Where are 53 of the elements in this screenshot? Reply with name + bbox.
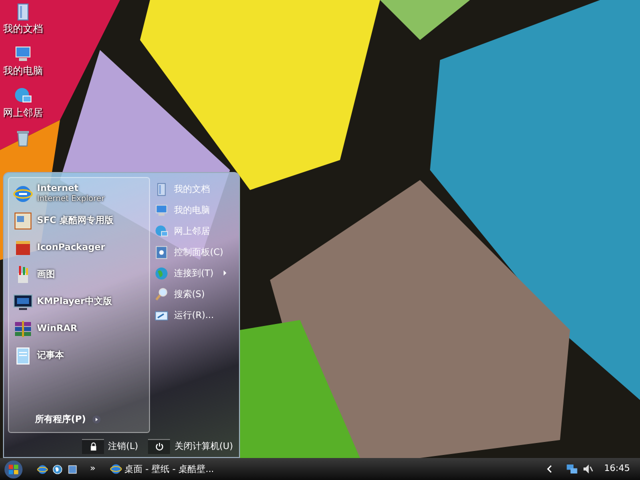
desktop-icon-label[interactable]: 我的文档 (3, 22, 43, 36)
lock-icon (88, 442, 98, 451)
control-panel-icon (154, 244, 169, 260)
menu-item[interactable]: 我的文档 (154, 179, 235, 199)
program-item[interactable]: 画图 (9, 262, 149, 287)
program-name: WinRAR (37, 324, 78, 334)
log-off-label[interactable]: 注销(L) (108, 440, 138, 452)
browser-icon (13, 184, 33, 204)
program-item[interactable]: WinRAR (9, 316, 149, 341)
program-name: SFC 桌酷网专用版 (37, 214, 114, 227)
program-name: 画图 (37, 268, 55, 281)
network-icon (154, 224, 169, 238)
search-icon (154, 286, 169, 302)
start-orb-icon[interactable] (4, 460, 23, 478)
window-icon (13, 210, 33, 230)
program-item[interactable]: SFC 桌酷网专用版 (9, 208, 149, 233)
desktop-icon[interactable] (67, 464, 78, 474)
program-item[interactable]: 记事本 (9, 343, 149, 368)
computer-icon[interactable] (13, 44, 33, 64)
menu-item[interactable]: 搜索(S) (154, 284, 235, 304)
submenu-arrow-icon (223, 270, 227, 276)
menu-item[interactable]: 连接到(T) (154, 263, 235, 283)
clock[interactable]: 16:45 (604, 464, 630, 474)
browser-icon (110, 463, 122, 475)
program-name: Internet (37, 184, 80, 194)
globe-icon[interactable] (52, 464, 63, 474)
desktop-icon-label[interactable]: 网上邻居 (3, 106, 43, 120)
computer-icon (154, 202, 169, 218)
power-icon (154, 442, 164, 451)
program-subtitle: Internet Explorer (37, 194, 105, 203)
program-item[interactable]: Internet Internet Explorer (9, 181, 149, 206)
network-icon[interactable] (566, 463, 578, 475)
all-programs-button[interactable]: 所有程序(P) (9, 413, 149, 426)
overflow-chevron[interactable]: » (90, 464, 96, 474)
program-item[interactable]: KMPlayer中文版 (9, 289, 149, 314)
program-name: KMPlayer中文版 (37, 295, 112, 308)
program-name: IconPackager (37, 242, 106, 252)
desktop-icon-label[interactable]: 我的电脑 (3, 64, 43, 78)
shutdown-label[interactable]: 关闭计算机(U) (174, 440, 233, 452)
program-item[interactable]: IconPackager (9, 235, 149, 260)
program-name: 记事本 (37, 349, 64, 362)
taskbar-button[interactable]: 桌面 - 壁纸 - 桌酷壁... (108, 462, 216, 476)
menu-item[interactable]: 网上邻居 (154, 221, 235, 241)
menu-item[interactable]: 运行(R)... (154, 305, 235, 325)
globe-icon (154, 266, 169, 280)
speaker-icon[interactable] (582, 463, 594, 475)
monitor-icon (13, 292, 33, 312)
menu-item[interactable]: 控制面板(C) (154, 242, 235, 262)
archive-books-icon (13, 318, 33, 338)
log-off-button[interactable] (82, 438, 104, 454)
browser-icon[interactable] (37, 464, 48, 474)
menu-item[interactable]: 我的电脑 (154, 200, 235, 220)
shutdown-button[interactable] (148, 438, 170, 454)
